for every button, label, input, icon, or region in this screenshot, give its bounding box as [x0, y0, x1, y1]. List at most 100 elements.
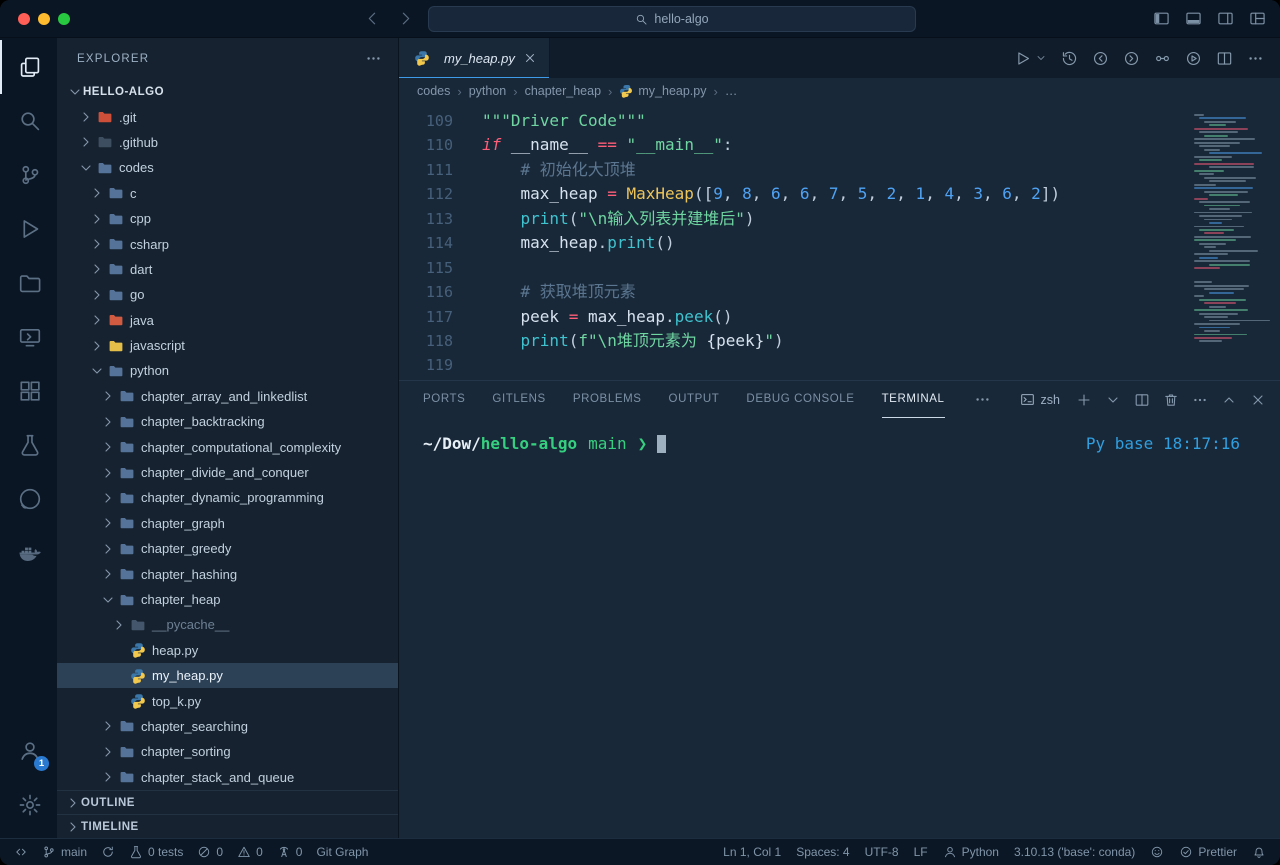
- tree-item-my-heap-py[interactable]: my_heap.py: [57, 663, 398, 688]
- panel-tab-output[interactable]: OUTPUT: [669, 381, 720, 418]
- customize-layout[interactable]: [1249, 10, 1266, 27]
- run-dropdown[interactable]: [1035, 52, 1047, 64]
- split-terminal[interactable]: [1134, 392, 1150, 408]
- tree-item-hello-algo[interactable]: HELLO-ALGO: [57, 79, 398, 104]
- section-timeline[interactable]: TIMELINE: [57, 814, 398, 838]
- tree-item-c[interactable]: c: [57, 181, 398, 206]
- minimap[interactable]: [1194, 114, 1274, 370]
- tree-item-java[interactable]: java: [57, 308, 398, 333]
- git-branch[interactable]: main: [36, 839, 93, 865]
- panel-tab-problems[interactable]: PROBLEMS: [573, 381, 642, 418]
- test-status[interactable]: 0 tests: [123, 839, 189, 865]
- split-editor[interactable]: [1216, 50, 1233, 67]
- tree-item-top-k-py[interactable]: top_k.py: [57, 688, 398, 713]
- git-graph[interactable]: Git Graph: [310, 839, 374, 865]
- terminal-more-actions[interactable]: [1192, 392, 1208, 408]
- cursor-position[interactable]: Ln 1, Col 1: [717, 839, 787, 865]
- panel-tab-terminal[interactable]: TERMINAL: [882, 381, 945, 418]
- toggle-primary-sidebar[interactable]: [1153, 10, 1170, 27]
- tree-item-chapter-searching[interactable]: chapter_searching: [57, 714, 398, 739]
- panel-tab-gitlens[interactable]: GITLENS: [492, 381, 545, 418]
- breadcrumb-item[interactable]: chapter_heap: [525, 84, 601, 98]
- activity-docker[interactable]: [0, 526, 57, 580]
- activity-project-manager[interactable]: [0, 256, 57, 310]
- tree-item-chapter-hashing[interactable]: chapter_hashing: [57, 561, 398, 586]
- command-center-search[interactable]: hello-algo: [428, 6, 916, 32]
- end-of-line[interactable]: LF: [908, 839, 934, 865]
- run-or-debug[interactable]: [1185, 50, 1202, 67]
- activity-run-and-debug[interactable]: [0, 202, 57, 256]
- tree-item-chapter-heap[interactable]: chapter_heap: [57, 587, 398, 612]
- code-editor[interactable]: 109"""Driver Code"""110if __name__ == "_…: [399, 104, 1280, 380]
- tree-item-chapter-computational-complexity[interactable]: chapter_computational_complexity: [57, 434, 398, 459]
- next-change[interactable]: [1123, 50, 1140, 67]
- activity-testing[interactable]: [0, 418, 57, 472]
- activity-settings[interactable]: [0, 778, 57, 832]
- notifications[interactable]: [1246, 839, 1272, 865]
- tree-item-chapter-greedy[interactable]: chapter_greedy: [57, 536, 398, 561]
- language-mode[interactable]: Python: [937, 839, 1005, 865]
- sync-changes[interactable]: [95, 839, 121, 865]
- go-forward-icon[interactable]: [397, 10, 414, 27]
- tree-item-cpp[interactable]: cpp: [57, 206, 398, 231]
- tab-my-heap-py[interactable]: my_heap.py: [399, 38, 550, 78]
- forwarded-ports[interactable]: 0: [271, 839, 309, 865]
- problems-warnings[interactable]: 0: [231, 839, 269, 865]
- prettier-status[interactable]: Prettier: [1173, 839, 1243, 865]
- terminal-shell-selector[interactable]: zsh: [1020, 392, 1060, 407]
- compare-changes[interactable]: [1154, 50, 1171, 67]
- problems-errors[interactable]: 0: [191, 839, 229, 865]
- tree-item-csharp[interactable]: csharp: [57, 231, 398, 256]
- close-tab-icon[interactable]: [523, 51, 537, 65]
- tree-item-dart[interactable]: dart: [57, 257, 398, 282]
- tree-item-heap-py[interactable]: heap.py: [57, 638, 398, 663]
- file-history[interactable]: [1061, 50, 1078, 67]
- toggle-secondary-sidebar[interactable]: [1217, 10, 1234, 27]
- breadcrumb-item[interactable]: my_heap.py: [619, 84, 706, 98]
- panel-tab-ports[interactable]: PORTS: [423, 381, 465, 418]
- tree-item-chapter-sorting[interactable]: chapter_sorting: [57, 739, 398, 764]
- section-outline[interactable]: OUTLINE: [57, 790, 398, 814]
- activity-github[interactable]: [0, 472, 57, 526]
- remote-indicator[interactable]: [8, 839, 34, 865]
- tree-item-chapter-divide-and-conquer[interactable]: chapter_divide_and_conquer: [57, 460, 398, 485]
- previous-change[interactable]: [1092, 50, 1109, 67]
- activity-explorer[interactable]: [0, 40, 57, 94]
- tree-item-chapter-stack-and-queue[interactable]: chapter_stack_and_queue: [57, 765, 398, 790]
- encoding[interactable]: UTF-8: [859, 839, 905, 865]
- terminal[interactable]: ~/Dow/ hello-algo main ❯ Py base 18:17:1…: [399, 418, 1280, 838]
- zoom-window-button[interactable]: [58, 13, 70, 25]
- tree-item--github[interactable]: .github: [57, 130, 398, 155]
- panel-tab-debug-console[interactable]: DEBUG CONSOLE: [746, 381, 854, 418]
- tree-item--pycache-[interactable]: __pycache__: [57, 612, 398, 637]
- activity-accounts[interactable]: 1: [0, 724, 57, 778]
- editor-more-actions[interactable]: [1247, 50, 1264, 67]
- maximize-panel[interactable]: [1221, 392, 1237, 408]
- run-python-file[interactable]: [1014, 50, 1031, 67]
- tree-item--git[interactable]: .git: [57, 104, 398, 129]
- tree-item-codes[interactable]: codes: [57, 155, 398, 180]
- panel-tabs-more-icon[interactable]: [974, 391, 991, 408]
- explorer-more-actions-icon[interactable]: [365, 50, 382, 67]
- tree-item-chapter-backtracking[interactable]: chapter_backtracking: [57, 409, 398, 434]
- indentation[interactable]: Spaces: 4: [790, 839, 855, 865]
- minimize-window-button[interactable]: [38, 13, 50, 25]
- tree-item-chapter-dynamic-programming[interactable]: chapter_dynamic_programming: [57, 485, 398, 510]
- terminal-profiles-dropdown[interactable]: [1105, 392, 1121, 408]
- activity-extensions[interactable]: [0, 364, 57, 418]
- activity-remote-explorer[interactable]: [0, 310, 57, 364]
- kill-terminal[interactable]: [1163, 392, 1179, 408]
- tree-item-chapter-graph[interactable]: chapter_graph: [57, 511, 398, 536]
- tree-item-javascript[interactable]: javascript: [57, 333, 398, 358]
- activity-source-control[interactable]: [0, 148, 57, 202]
- activity-search[interactable]: [0, 94, 57, 148]
- tree-item-chapter-array-and-linkedlist[interactable]: chapter_array_and_linkedlist: [57, 384, 398, 409]
- breadcrumb-item[interactable]: python: [469, 84, 507, 98]
- close-panel[interactable]: [1250, 392, 1266, 408]
- breadcrumb-item[interactable]: …: [725, 84, 738, 98]
- tree-item-python[interactable]: python: [57, 358, 398, 383]
- close-window-button[interactable]: [18, 13, 30, 25]
- breadcrumb-item[interactable]: codes: [417, 84, 450, 98]
- go-back-icon[interactable]: [364, 10, 381, 27]
- toggle-panel[interactable]: [1185, 10, 1202, 27]
